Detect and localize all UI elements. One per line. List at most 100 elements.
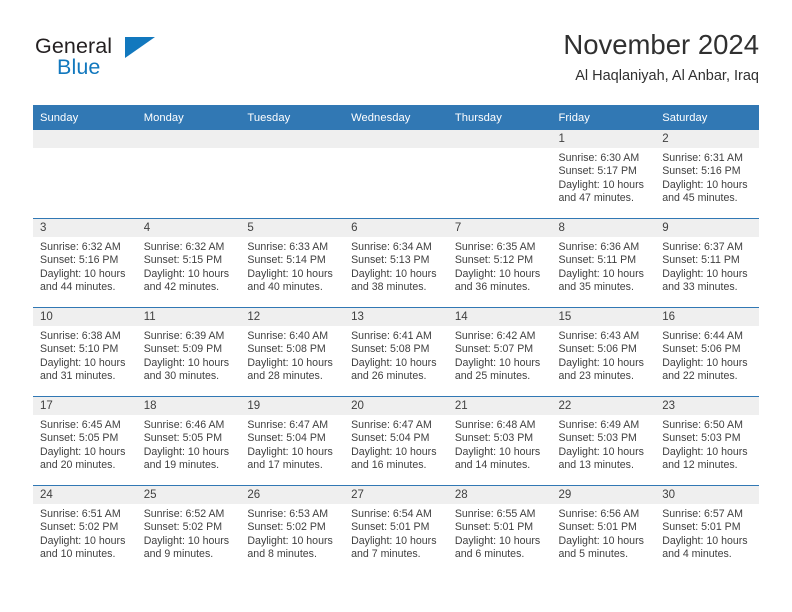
page-header: General Blue November 2024 Al Haqlaniyah… [33,28,759,98]
sunrise-text: Sunrise: 6:54 AM [351,508,432,520]
sunset-text: Sunset: 5:10 PM [40,343,119,356]
day-details: Sunrise: 6:37 AM Sunset: 5:11 PM Daylight:… [655,237,759,295]
calendar-day-cell[interactable]: 5 Sunrise: 6:33 AM Sunset: 5:14 PM Daylight… [240,218,345,308]
brand-logo[interactable]: General Blue [33,34,243,92]
calendar-day-cell[interactable]: 2 Sunrise: 6:31 AM Sunset: 5:16 PM Daylight… [655,130,759,219]
day-cell-inner: 24 Sunrise: 6:51 AM Sunset: 5:02 PM Dayligh… [33,486,137,574]
calendar-day-cell[interactable]: 8 Sunrise: 6:36 AM Sunset: 5:11 PM Daylight… [551,218,656,308]
day-details: Sunrise: 6:49 AM Sunset: 5:03 PM Daylight:… [552,415,656,473]
calendar-day-cell[interactable]: 24 Sunrise: 6:51 AM Sunset: 5:02 PM Dayligh… [33,485,137,574]
calendar-day-cell[interactable]: 9 Sunrise: 6:37 AM Sunset: 5:11 PM Daylight… [655,218,759,308]
sunrise-text: Sunrise: 6:57 AM [662,508,743,520]
calendar-week-row: 24 Sunrise: 6:51 AM Sunset: 5:02 PM Dayligh… [33,485,759,574]
calendar-day-cell[interactable]: 26 Sunrise: 6:53 AM Sunset: 5:02 PM Dayligh… [240,485,345,574]
weekday-header-thursday: Thursday [447,105,552,130]
calendar-day-cell[interactable]: 21 Sunrise: 6:48 AM Sunset: 5:03 PM Dayligh… [447,396,552,486]
calendar-day-cell[interactable]: 19 Sunrise: 6:47 AM Sunset: 5:04 PM Dayligh… [240,396,345,486]
sunrise-text: Sunrise: 6:43 AM [558,330,640,342]
sunset-text: Sunset: 5:02 PM [40,521,119,534]
day-number [240,130,345,148]
day-details: Sunrise: 6:51 AM Sunset: 5:02 PM Daylight:… [33,504,137,562]
triangle-icon [125,37,155,58]
daylight-text-line2: and 20 minutes. [40,459,116,472]
daylight-text-line2: and 40 minutes. [247,281,323,294]
calendar-day-cell[interactable]: 30 Sunrise: 6:57 AM Sunset: 5:01 PM Dayligh… [655,485,759,574]
sunrise-text: Sunrise: 6:32 AM [143,241,225,253]
calendar-day-cell[interactable]: 22 Sunrise: 6:49 AM Sunset: 5:03 PM Dayligh… [551,396,656,486]
daylight-text-line2: and 8 minutes. [247,548,317,561]
daylight-text-line1: Daylight: 10 hours [143,534,230,547]
daylight-text-line1: Daylight: 10 hours [40,445,126,458]
daylight-text-line2: and 33 minutes. [662,281,738,294]
daylight-text-line2: and 14 minutes. [454,459,531,472]
daylight-text-line1: Daylight: 10 hours [143,267,230,280]
sunset-text: Sunset: 5:07 PM [454,343,534,356]
calendar-day-cell[interactable]: 23 Sunrise: 6:50 AM Sunset: 5:03 PM Dayligh… [655,396,759,486]
calendar-day-cell[interactable]: 1 Sunrise: 6:30 AM Sunset: 5:17 PM Daylight… [551,130,656,219]
calendar-day-cell[interactable]: 17 Sunrise: 6:45 AM Sunset: 5:05 PM Dayligh… [33,396,137,486]
daylight-text-line1: Daylight: 10 hours [558,445,644,458]
daylight-text-line2: and 45 minutes. [662,192,738,205]
sunset-text: Sunset: 5:17 PM [558,165,637,178]
day-details: Sunrise: 6:32 AM Sunset: 5:15 PM Daylight:… [137,237,241,295]
sunrise-text: Sunrise: 6:38 AM [40,330,121,342]
page-subtitle: Al Haqlaniyah, Al Anbar, Iraq [575,68,759,84]
calendar-day-cell[interactable]: 7 Sunrise: 6:35 AM Sunset: 5:12 PM Daylight… [447,218,552,308]
day-number: 21 [447,397,552,415]
day-details: Sunrise: 6:47 AM Sunset: 5:04 PM Daylight:… [344,415,448,473]
day-cell-inner: 6 Sunrise: 6:34 AM Sunset: 5:13 PM Daylight… [344,219,448,307]
day-details: Sunrise: 6:32 AM Sunset: 5:16 PM Daylight:… [33,237,137,295]
sunrise-text: Sunrise: 6:40 AM [247,330,329,342]
sunrise-text: Sunrise: 6:41 AM [351,330,432,342]
calendar-day-cell[interactable]: 14 Sunrise: 6:42 AM Sunset: 5:07 PM Dayligh… [447,307,552,397]
calendar-day-cell[interactable]: 16 Sunrise: 6:44 AM Sunset: 5:06 PM Dayligh… [655,307,759,397]
day-number [33,130,137,148]
calendar-day-cell[interactable]: 28 Sunrise: 6:55 AM Sunset: 5:01 PM Dayligh… [447,485,552,574]
sunset-text: Sunset: 5:15 PM [143,254,223,267]
calendar-day-cell[interactable]: 13 Sunrise: 6:41 AM Sunset: 5:08 PM Dayligh… [344,307,448,397]
daylight-text-line1: Daylight: 10 hours [143,445,230,458]
day-number: 17 [33,397,137,415]
day-number [447,130,552,148]
calendar-day-cell[interactable]: 27 Sunrise: 6:54 AM Sunset: 5:01 PM Dayligh… [344,485,448,574]
day-number: 27 [344,486,448,504]
weekday-header-tuesday: Tuesday [240,105,345,130]
day-cell-inner: 10 Sunrise: 6:38 AM Sunset: 5:10 PM Dayligh… [33,308,137,396]
daylight-text-line1: Daylight: 10 hours [247,534,333,547]
calendar-day-cell[interactable]: 25 Sunrise: 6:52 AM Sunset: 5:02 PM Dayligh… [136,485,241,574]
day-number: 28 [447,486,552,504]
calendar-day-cell[interactable]: 18 Sunrise: 6:46 AM Sunset: 5:05 PM Dayligh… [136,396,241,486]
day-number: 19 [240,397,345,415]
sunset-text: Sunset: 5:08 PM [247,343,326,356]
page-title: November 2024 [563,29,759,60]
sunset-text: Sunset: 5:06 PM [662,343,741,356]
daylight-text-line1: Daylight: 10 hours [40,267,126,280]
calendar-day-cell[interactable]: 11 Sunrise: 6:39 AM Sunset: 5:09 PM Dayligh… [136,307,241,397]
calendar-day-cell[interactable]: 4 Sunrise: 6:32 AM Sunset: 5:15 PM Daylight… [136,218,241,308]
calendar-day-cell[interactable]: 15 Sunrise: 6:43 AM Sunset: 5:06 PM Dayligh… [551,307,656,397]
daylight-text-line2: and 19 minutes. [143,459,220,472]
day-details: Sunrise: 6:43 AM Sunset: 5:06 PM Daylight:… [552,326,656,384]
calendar-day-cell[interactable]: 10 Sunrise: 6:38 AM Sunset: 5:10 PM Dayligh… [33,307,137,397]
day-cell-inner: 2 Sunrise: 6:31 AM Sunset: 5:16 PM Daylight… [655,130,759,218]
calendar-day-cell[interactable]: 12 Sunrise: 6:40 AM Sunset: 5:08 PM Dayligh… [240,307,345,397]
day-details: Sunrise: 6:57 AM Sunset: 5:01 PM Daylight:… [655,504,759,562]
daylight-text-line2: and 5 minutes. [558,548,629,561]
daylight-text-line1: Daylight: 10 hours [247,445,333,458]
daylight-text-line2: and 10 minutes. [40,548,116,561]
calendar-day-cell[interactable]: 29 Sunrise: 6:56 AM Sunset: 5:01 PM Dayligh… [551,485,656,574]
calendar-day-cell[interactable]: 6 Sunrise: 6:34 AM Sunset: 5:13 PM Daylight… [344,218,448,308]
sunrise-text: Sunrise: 6:44 AM [662,330,743,342]
day-details: Sunrise: 6:44 AM Sunset: 5:06 PM Daylight:… [655,326,759,384]
sunset-text: Sunset: 5:03 PM [558,432,637,445]
day-cell-inner: 9 Sunrise: 6:37 AM Sunset: 5:11 PM Daylight… [655,219,759,307]
day-number: 20 [344,397,448,415]
day-number: 29 [551,486,656,504]
daylight-text-line1: Daylight: 10 hours [662,267,748,280]
calendar-day-cell[interactable]: 20 Sunrise: 6:47 AM Sunset: 5:04 PM Dayligh… [344,396,448,486]
day-cell-inner: 1 Sunrise: 6:30 AM Sunset: 5:17 PM Daylight… [551,130,656,218]
day-details: Sunrise: 6:36 AM Sunset: 5:11 PM Daylight:… [552,237,656,295]
calendar-day-cell[interactable]: 3 Sunrise: 6:32 AM Sunset: 5:16 PM Daylight… [33,218,137,308]
daylight-text-line2: and 7 minutes. [351,548,421,561]
daylight-text-line2: and 36 minutes. [454,281,531,294]
